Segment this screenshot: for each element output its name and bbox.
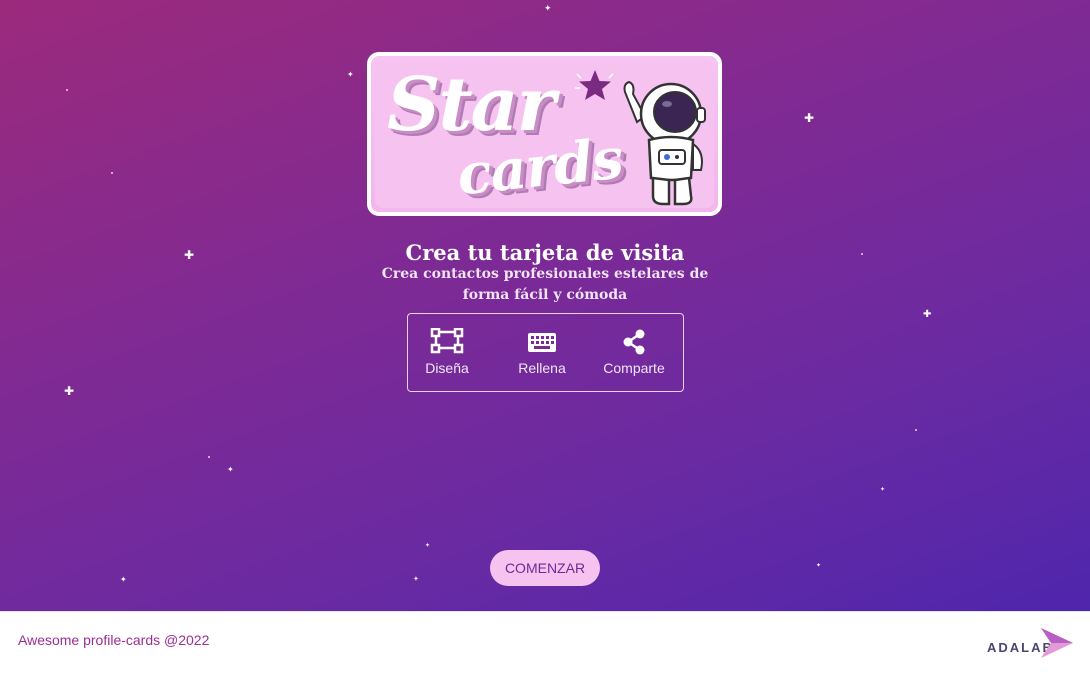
sparkle-dot <box>915 429 917 431</box>
step-design-label: Diseña <box>425 360 469 376</box>
star-icon <box>575 70 614 100</box>
step-share: Comparte <box>589 328 679 376</box>
sparkle-icon: ✦ <box>120 575 127 584</box>
sparkle-dot <box>66 89 68 91</box>
hero-section: ✦ ✦ ✚ ✚ ✚ ✚ ✦ ✦ ✦ ✦ ✦ ✦ Star cards Crea … <box>0 0 1090 611</box>
sparkle-icon: ✦ <box>347 70 354 79</box>
design-icon <box>430 328 464 354</box>
step-fill-label: Rellena <box>518 360 566 376</box>
sparkle-icon: ✦ <box>880 486 886 493</box>
footer-copyright: Awesome profile-cards @2022 <box>18 632 210 648</box>
sparkle-icon: ✚ <box>64 384 75 398</box>
start-button[interactable]: COMENZAR <box>490 550 600 586</box>
page-title: Crea tu tarjeta de visita <box>405 240 685 266</box>
sparkle-icon: ✚ <box>923 309 932 320</box>
page-subtitle: Crea contactos profesionales estelares d… <box>381 266 709 303</box>
sparkle-icon: ✦ <box>816 562 822 569</box>
sparkle-dot <box>208 456 210 458</box>
keyboard-icon <box>528 333 556 352</box>
star-cards-logo: Star cards <box>367 52 722 216</box>
sparkle-dot <box>111 172 113 174</box>
steps-box: Diseña Rellena Comparte <box>407 313 684 392</box>
sparkle-icon: ✦ <box>413 575 419 583</box>
footer: Awesome profile-cards @2022 ADALAB <box>0 611 1090 681</box>
step-share-label: Comparte <box>603 360 665 376</box>
step-design: Diseña <box>402 328 492 376</box>
sparkle-icon: ✚ <box>804 111 815 125</box>
astronaut-icon <box>623 80 706 206</box>
step-fill: Rellena <box>497 328 587 376</box>
sparkle-icon: ✦ <box>227 465 234 474</box>
adalab-logo[interactable]: ADALAB <box>987 624 1077 668</box>
sparkle-icon: ✦ <box>425 542 431 549</box>
adalab-arrow-icon <box>1041 628 1073 658</box>
share-icon <box>623 329 645 355</box>
sparkle-icon: ✦ <box>544 4 552 14</box>
